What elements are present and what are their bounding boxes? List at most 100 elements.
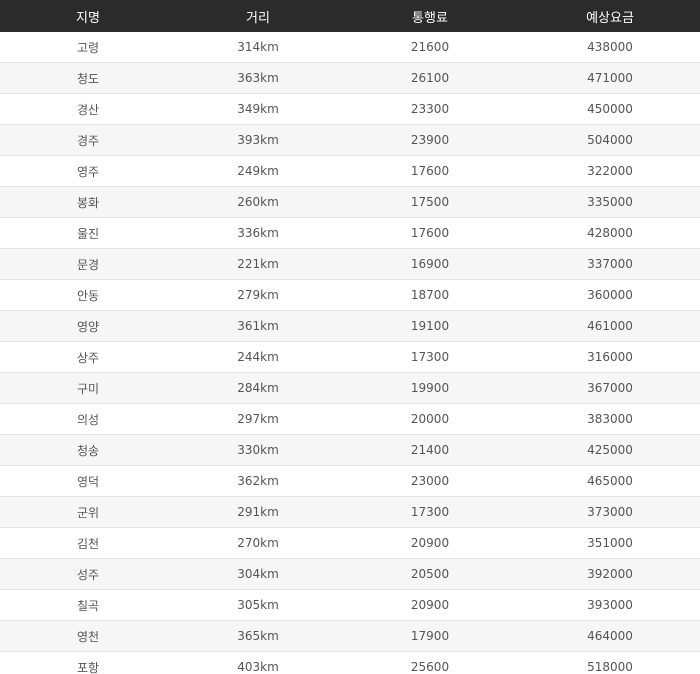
table-row: 칠곡 305km 20900 393000 <box>0 589 700 621</box>
cell-estimated-fare: 425000 <box>520 434 700 466</box>
table-row: 경산 349km 23300 450000 <box>0 93 700 125</box>
cell-toll: 17600 <box>340 155 520 187</box>
cell-distance: 365km <box>176 620 340 652</box>
cell-region: 봉화 <box>0 186 176 218</box>
cell-estimated-fare: 465000 <box>520 465 700 497</box>
cell-toll: 23000 <box>340 465 520 497</box>
cell-region: 안동 <box>0 279 176 311</box>
table-row: 의성 297km 20000 383000 <box>0 403 700 435</box>
table-body: 고령 314km 21600 438000 청도 363km 26100 471000 경산… <box>0 32 700 674</box>
cell-estimated-fare: 504000 <box>520 124 700 156</box>
cell-distance: 393km <box>176 124 340 156</box>
cell-estimated-fare: 518000 <box>520 651 700 674</box>
cell-region: 문경 <box>0 248 176 280</box>
fare-table-container: 지명 거리 통행료 예상요금 고령 314km 21600 438000 청도 363k… <box>0 0 700 674</box>
header-distance: 거리 <box>176 0 340 32</box>
cell-estimated-fare: 471000 <box>520 62 700 94</box>
cell-estimated-fare: 351000 <box>520 527 700 559</box>
cell-toll: 17500 <box>340 186 520 218</box>
table-row: 영덕 362km 23000 465000 <box>0 465 700 497</box>
cell-estimated-fare: 450000 <box>520 93 700 125</box>
cell-estimated-fare: 337000 <box>520 248 700 280</box>
cell-estimated-fare: 316000 <box>520 341 700 373</box>
cell-distance: 361km <box>176 310 340 342</box>
cell-distance: 221km <box>176 248 340 280</box>
cell-estimated-fare: 461000 <box>520 310 700 342</box>
cell-distance: 249km <box>176 155 340 187</box>
cell-distance: 314km <box>176 32 340 63</box>
cell-toll: 20500 <box>340 558 520 590</box>
cell-toll: 21600 <box>340 32 520 63</box>
table-row: 경주 393km 23900 504000 <box>0 124 700 156</box>
cell-estimated-fare: 393000 <box>520 589 700 621</box>
cell-region: 울진 <box>0 217 176 249</box>
cell-estimated-fare: 392000 <box>520 558 700 590</box>
cell-distance: 260km <box>176 186 340 218</box>
cell-estimated-fare: 360000 <box>520 279 700 311</box>
cell-toll: 25600 <box>340 651 520 674</box>
cell-estimated-fare: 383000 <box>520 403 700 435</box>
cell-region: 의성 <box>0 403 176 435</box>
cell-region: 고령 <box>0 32 176 63</box>
cell-estimated-fare: 335000 <box>520 186 700 218</box>
header-row: 지명 거리 통행료 예상요금 <box>0 0 700 32</box>
cell-distance: 330km <box>176 434 340 466</box>
cell-distance: 349km <box>176 93 340 125</box>
table-row: 군위 291km 17300 373000 <box>0 496 700 528</box>
cell-toll: 17600 <box>340 217 520 249</box>
cell-region: 포항 <box>0 651 176 674</box>
table-row: 영양 361km 19100 461000 <box>0 310 700 342</box>
cell-toll: 20900 <box>340 527 520 559</box>
table-row: 청송 330km 21400 425000 <box>0 434 700 466</box>
cell-distance: 279km <box>176 279 340 311</box>
cell-distance: 304km <box>176 558 340 590</box>
cell-estimated-fare: 322000 <box>520 155 700 187</box>
cell-region: 구미 <box>0 372 176 404</box>
table-row: 고령 314km 21600 438000 <box>0 32 700 63</box>
cell-toll: 19900 <box>340 372 520 404</box>
table-row: 울진 336km 17600 428000 <box>0 217 700 249</box>
cell-distance: 363km <box>176 62 340 94</box>
table-row: 구미 284km 19900 367000 <box>0 372 700 404</box>
table-header: 지명 거리 통행료 예상요금 <box>0 0 700 32</box>
cell-toll: 20000 <box>340 403 520 435</box>
table-row: 김천 270km 20900 351000 <box>0 527 700 559</box>
cell-estimated-fare: 428000 <box>520 217 700 249</box>
table-row: 포항 403km 25600 518000 <box>0 651 700 674</box>
cell-region: 김천 <box>0 527 176 559</box>
table-row: 영주 249km 17600 322000 <box>0 155 700 187</box>
cell-toll: 21400 <box>340 434 520 466</box>
table-row: 성주 304km 20500 392000 <box>0 558 700 590</box>
cell-toll: 17900 <box>340 620 520 652</box>
cell-toll: 20900 <box>340 589 520 621</box>
cell-toll: 17300 <box>340 496 520 528</box>
cell-distance: 336km <box>176 217 340 249</box>
cell-distance: 297km <box>176 403 340 435</box>
table-row: 봉화 260km 17500 335000 <box>0 186 700 218</box>
header-region: 지명 <box>0 0 176 32</box>
fare-table: 지명 거리 통행료 예상요금 고령 314km 21600 438000 청도 363k… <box>0 0 700 674</box>
cell-estimated-fare: 438000 <box>520 32 700 63</box>
cell-distance: 362km <box>176 465 340 497</box>
cell-region: 영주 <box>0 155 176 187</box>
cell-distance: 284km <box>176 372 340 404</box>
cell-toll: 26100 <box>340 62 520 94</box>
cell-toll: 17300 <box>340 341 520 373</box>
cell-region: 청송 <box>0 434 176 466</box>
cell-region: 성주 <box>0 558 176 590</box>
cell-region: 영덕 <box>0 465 176 497</box>
table-row: 안동 279km 18700 360000 <box>0 279 700 311</box>
cell-estimated-fare: 367000 <box>520 372 700 404</box>
table-row: 문경 221km 16900 337000 <box>0 248 700 280</box>
cell-distance: 291km <box>176 496 340 528</box>
cell-toll: 23300 <box>340 93 520 125</box>
cell-estimated-fare: 464000 <box>520 620 700 652</box>
cell-toll: 16900 <box>340 248 520 280</box>
cell-region: 영천 <box>0 620 176 652</box>
table-row: 상주 244km 17300 316000 <box>0 341 700 373</box>
cell-region: 경주 <box>0 124 176 156</box>
cell-toll: 23900 <box>340 124 520 156</box>
cell-toll: 19100 <box>340 310 520 342</box>
cell-region: 칠곡 <box>0 589 176 621</box>
cell-distance: 403km <box>176 651 340 674</box>
